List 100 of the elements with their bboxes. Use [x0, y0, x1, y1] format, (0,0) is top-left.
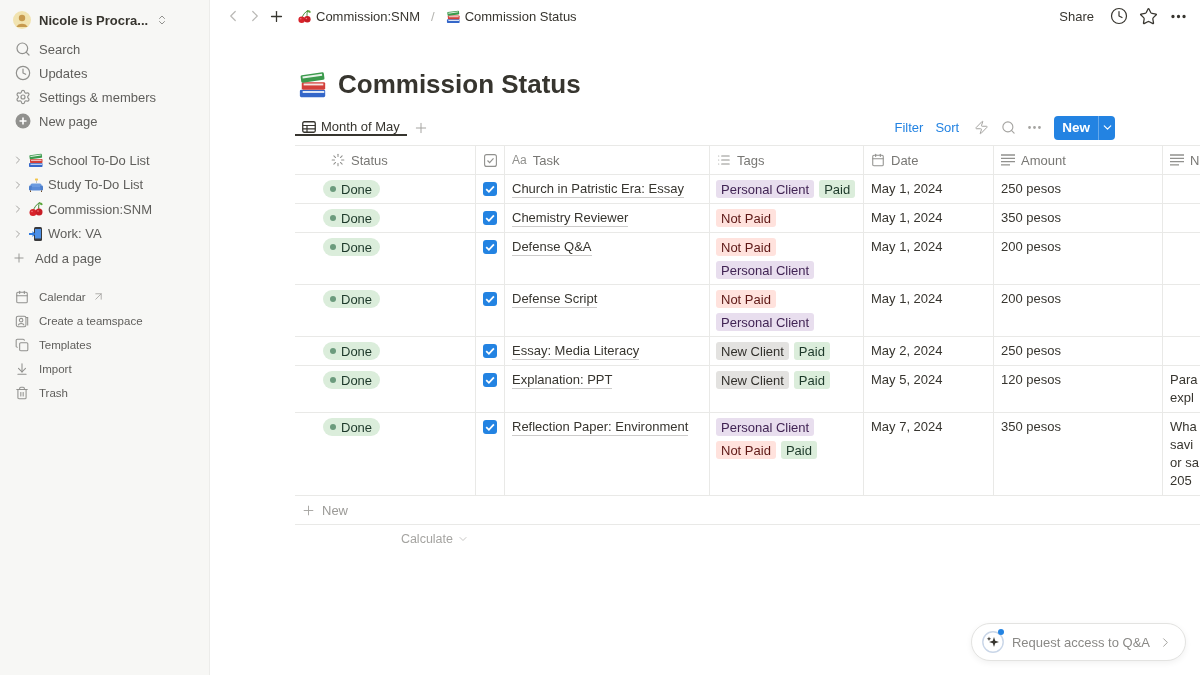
- page-item[interactable]: School To-Do List: [0, 148, 209, 173]
- task-title[interactable]: Defense Script: [512, 290, 598, 308]
- new-button[interactable]: New: [1054, 115, 1098, 140]
- task-title[interactable]: Reflection Paper: Environment: [512, 418, 689, 436]
- download-icon: [15, 361, 29, 376]
- task-title[interactable]: Defense Q&A: [512, 238, 592, 256]
- date-text: May 7, 2024: [871, 418, 943, 436]
- checkbox[interactable]: [483, 420, 497, 434]
- date-text: May 2, 2024: [871, 342, 943, 360]
- sidebar-item[interactable]: Settings & members: [0, 85, 209, 109]
- status-tag: Done: [323, 371, 381, 389]
- share-button[interactable]: Share: [1054, 6, 1099, 26]
- date-text: May 5, 2024: [871, 371, 943, 389]
- trash-icon: [15, 385, 29, 400]
- status-tag: Done: [323, 180, 381, 198]
- amount-text: 350 pesos: [1001, 209, 1061, 227]
- workspace-switcher[interactable]: Nicole is Procra...: [0, 7, 209, 33]
- sidebar-item[interactable]: Search: [0, 37, 209, 61]
- column-header[interactable]: Date: [864, 146, 994, 174]
- add-page-button[interactable]: Add a page: [0, 246, 209, 271]
- status-tag: Done: [323, 290, 381, 308]
- filter-button[interactable]: Filter: [889, 118, 929, 137]
- date-text: May 1, 2024: [871, 180, 943, 198]
- tag: Personal Client: [716, 261, 815, 279]
- search-icon[interactable]: [1001, 120, 1017, 135]
- books-icon: [445, 8, 461, 24]
- request-access-button[interactable]: Request access to Q&A: [971, 623, 1186, 661]
- tag: Personal Client: [716, 418, 815, 436]
- task-title[interactable]: Explanation: PPT: [512, 371, 613, 389]
- checkbox[interactable]: [483, 240, 497, 254]
- couch-icon: [28, 176, 44, 193]
- column-header[interactable]: Amount: [994, 146, 1163, 174]
- amount-text: 200 pesos: [1001, 238, 1061, 256]
- star-icon[interactable]: [1139, 6, 1158, 26]
- calendar-icon: [871, 153, 885, 167]
- amount-text: 120 pesos: [1001, 371, 1061, 389]
- checkbox-icon: [483, 153, 497, 167]
- sidebar-item[interactable]: Updates: [0, 61, 209, 85]
- user-square-icon: [15, 313, 29, 328]
- column-header[interactable]: N: [1163, 146, 1200, 174]
- checkbox[interactable]: [483, 373, 497, 387]
- note-text: Para expl: [1170, 371, 1198, 407]
- status-dot-icon: [330, 244, 336, 250]
- checkbox[interactable]: [483, 292, 497, 306]
- status-dot-icon: [330, 377, 336, 383]
- amount-text: 350 pesos: [1001, 418, 1061, 436]
- column-header[interactable]: Aa Task: [505, 146, 710, 174]
- checkbox[interactable]: [483, 182, 497, 196]
- sidebar-item[interactable]: Import: [0, 356, 209, 381]
- column-header[interactable]: Status: [295, 146, 476, 174]
- checkbox[interactable]: [483, 344, 497, 358]
- breadcrumb-link[interactable]: Commission:SNM: [297, 8, 420, 24]
- date-text: May 1, 2024: [871, 238, 943, 256]
- sidebar-item[interactable]: New page: [0, 109, 209, 133]
- sort-button[interactable]: Sort: [930, 118, 965, 137]
- tag: Not Paid: [716, 290, 776, 308]
- date-text: May 1, 2024: [871, 290, 943, 308]
- tag: Personal Client: [716, 180, 815, 198]
- page-item[interactable]: Work: VA: [0, 221, 209, 246]
- plus-circle-icon: [15, 113, 31, 129]
- task-title[interactable]: Essay: Media Literacy: [512, 342, 640, 360]
- column-header[interactable]: Tags: [710, 146, 864, 174]
- lines-icon: [1170, 154, 1184, 166]
- task-title[interactable]: Chemistry Reviewer: [512, 209, 629, 227]
- view-tab[interactable]: Month of May: [295, 119, 407, 136]
- status-tag: Done: [323, 238, 381, 256]
- plus-icon: [12, 251, 26, 266]
- calendar-icon: [15, 289, 29, 304]
- page-item[interactable]: Study To-Do List: [0, 172, 209, 197]
- amount-text: 250 pesos: [1001, 342, 1061, 360]
- status-dot-icon: [330, 215, 336, 221]
- settings-icon: [15, 89, 31, 105]
- sparkle-icon: [982, 631, 1004, 653]
- sidebar-item[interactable]: Trash: [0, 380, 209, 405]
- checkbox[interactable]: [483, 211, 497, 225]
- status-dot-icon: [330, 424, 336, 430]
- tag: Not Paid: [716, 238, 776, 256]
- tag: Paid: [819, 180, 856, 198]
- date-text: May 1, 2024: [871, 209, 943, 227]
- books-icon: [28, 152, 44, 169]
- lightning-icon[interactable]: [974, 120, 990, 135]
- tag: Personal Client: [716, 313, 815, 331]
- tag: New Client: [716, 342, 789, 360]
- tag: Not Paid: [716, 209, 776, 227]
- breadcrumb-link[interactable]: Commission Status: [445, 8, 577, 24]
- note-text: Wha savi or sa 205: [1170, 418, 1199, 490]
- task-title[interactable]: Church in Patristic Era: Essay: [512, 180, 684, 198]
- page-item[interactable]: Commission:SNM: [0, 197, 209, 222]
- clock-icon[interactable]: [1110, 7, 1128, 25]
- sidebar-item[interactable]: Templates: [0, 332, 209, 357]
- sidebar-item[interactable]: Create a teamspace: [0, 308, 209, 333]
- tag: Paid: [793, 342, 830, 360]
- new-dropdown-button[interactable]: [1098, 115, 1115, 140]
- avatar-icon: [13, 11, 31, 29]
- status-dot-icon: [330, 186, 336, 192]
- breadcrumb-separator: /: [431, 8, 435, 24]
- amount-text: 250 pesos: [1001, 180, 1061, 198]
- table-icon: [302, 119, 316, 134]
- sidebar-item[interactable]: Calendar: [0, 284, 209, 309]
- tag: New Client: [716, 371, 789, 389]
